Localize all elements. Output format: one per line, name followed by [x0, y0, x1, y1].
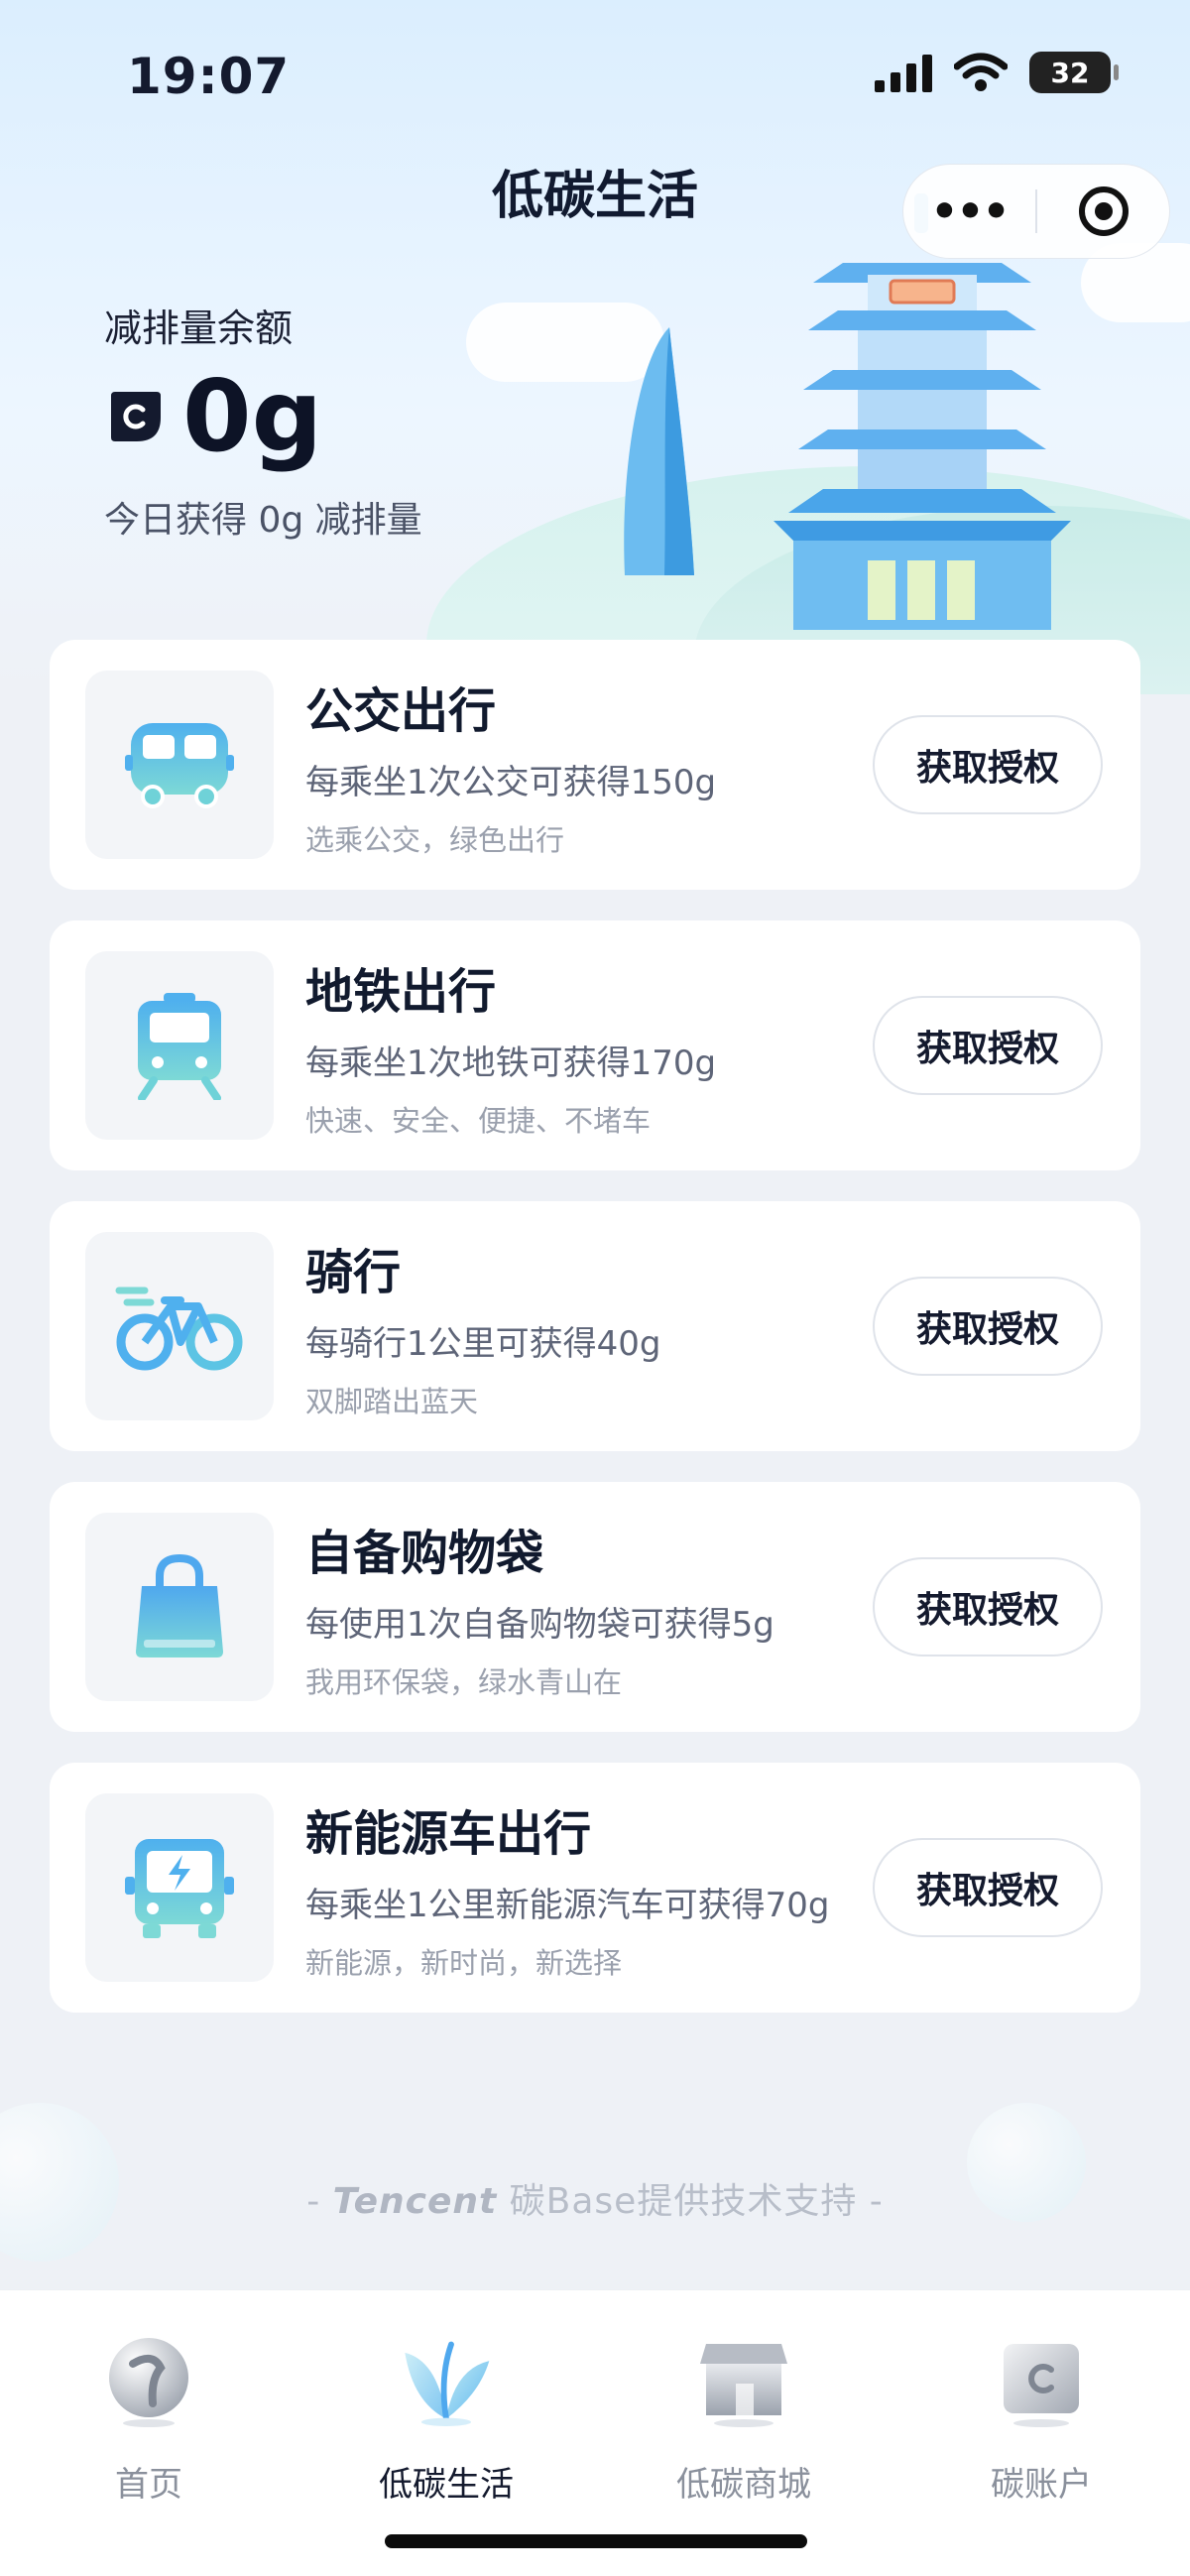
battery-icon: 32	[1029, 52, 1119, 93]
tencent-logo: Tencent	[332, 2181, 498, 2222]
wallet-icon	[992, 2332, 1091, 2431]
target-icon	[1078, 186, 1129, 236]
credit-prefix: -	[306, 2181, 333, 2222]
activity-desc: 每乘坐1公里新能源汽车可获得70g	[305, 1885, 830, 1925]
activity-icon-box	[85, 1793, 274, 1982]
credit-text: 碳Base提供技术支持 -	[497, 2181, 884, 2222]
subway-icon	[138, 993, 221, 1100]
activity-card-new-energy[interactable]: 新能源车出行 每乘坐1公里新能源汽车可获得70g 新能源，新时尚，新选择 获取授…	[50, 1763, 1140, 2013]
tab-label: 碳账户	[991, 2465, 1092, 2505]
tech-support-credit: - Tencent 碳Base提供技术支持 -	[0, 2172, 1190, 2224]
authorize-button[interactable]: 获取授权	[873, 1557, 1103, 1656]
activity-title: 骑行	[305, 1244, 402, 1300]
activity-title: 地铁出行	[305, 963, 497, 1020]
status-time: 19:07	[127, 48, 291, 105]
store-icon	[694, 2332, 793, 2431]
activity-text: 自备购物袋 每使用1次自备购物袋可获得5g 我用环保袋，绿水青山在	[305, 1514, 873, 1701]
activity-desc: 每乘坐1次公交可获得150g	[305, 762, 717, 802]
activity-sub: 选乘公交，绿色出行	[305, 822, 565, 857]
activity-sub: 我用环保袋，绿水青山在	[305, 1664, 623, 1699]
carbon-coin-icon	[111, 392, 161, 441]
activity-icon-box	[85, 671, 274, 859]
bottom-tab-bar: 首页 低碳生活 低碳商城 碳账户	[0, 2289, 1190, 2576]
bus-icon	[125, 723, 234, 808]
tab-label: 低碳生活	[379, 2465, 514, 2505]
activity-title: 新能源车出行	[305, 1805, 592, 1862]
activity-desc: 每使用1次自备购物袋可获得5g	[305, 1604, 774, 1645]
activity-desc: 每骑行1公里可获得40g	[305, 1323, 661, 1364]
tab-carbon-account[interactable]: 碳账户	[892, 2290, 1190, 2576]
shopping-bag-icon	[136, 1553, 223, 1657]
more-options-button[interactable]: •••	[903, 186, 1035, 237]
activity-text: 新能源车出行 每乘坐1公里新能源汽车可获得70g 新能源，新时尚，新选择	[305, 1794, 873, 1982]
activity-text: 骑行 每骑行1公里可获得40g 双脚踏出蓝天	[305, 1233, 873, 1420]
miniprogram-capsule: •••	[902, 164, 1170, 259]
activity-title: 自备购物袋	[305, 1525, 544, 1581]
today-earned-text: 今日获得 0g 减排量	[104, 500, 422, 541]
authorize-button[interactable]: 获取授权	[873, 715, 1103, 814]
bicycle-icon	[115, 1287, 243, 1371]
balance-row: 0g	[107, 367, 322, 466]
status-icons: 32	[875, 52, 1119, 93]
balance-label: 减排量余额	[104, 307, 294, 350]
close-miniprogram-button[interactable]	[1037, 184, 1169, 239]
home-indicator	[385, 2534, 807, 2548]
wifi-icon	[954, 53, 1008, 91]
activity-card-shopping-bag[interactable]: 自备购物袋 每使用1次自备购物袋可获得5g 我用环保袋，绿水青山在 获取授权	[50, 1482, 1140, 1732]
activity-sub: 新能源，新时尚，新选择	[305, 1945, 623, 1980]
tab-label: 低碳商城	[676, 2465, 811, 2505]
activity-sub: 双脚踏出蓝天	[305, 1384, 479, 1418]
activity-sub: 快速、安全、便捷、不堵车	[305, 1103, 652, 1138]
signal-icon	[875, 55, 932, 92]
tab-home[interactable]: 首页	[0, 2290, 298, 2576]
activity-text: 公交出行 每乘坐1次公交可获得150g 选乘公交，绿色出行	[305, 672, 873, 859]
activity-title: 公交出行	[305, 682, 497, 739]
activity-icon-box	[85, 1513, 274, 1701]
activity-card-cycling[interactable]: 骑行 每骑行1公里可获得40g 双脚踏出蓝天 获取授权	[50, 1201, 1140, 1451]
balance-value: 0g	[182, 358, 323, 474]
electric-car-icon	[125, 1839, 234, 1938]
activity-desc: 每乘坐1次地铁可获得170g	[305, 1043, 717, 1083]
tab-label: 首页	[115, 2465, 182, 2505]
activity-icon-box	[85, 1232, 274, 1420]
leaf-icon	[397, 2332, 496, 2431]
activity-card-subway[interactable]: 地铁出行 每乘坐1次地铁可获得170g 快速、安全、便捷、不堵车 获取授权	[50, 920, 1140, 1170]
skyscraper-illustration	[624, 327, 694, 575]
tower-illustration	[774, 193, 1071, 630]
activity-text: 地铁出行 每乘坐1次地铁可获得170g 快速、安全、便捷、不堵车	[305, 952, 873, 1140]
authorize-button[interactable]: 获取授权	[873, 996, 1103, 1095]
activity-card-bus[interactable]: 公交出行 每乘坐1次公交可获得150g 选乘公交，绿色出行 获取授权	[50, 640, 1140, 890]
home-globe-icon	[99, 2332, 198, 2431]
activity-icon-box	[85, 951, 274, 1140]
tab-low-carbon-life[interactable]: 低碳生活	[298, 2290, 595, 2576]
authorize-button[interactable]: 获取授权	[873, 1277, 1103, 1376]
tab-low-carbon-store[interactable]: 低碳商城	[595, 2290, 892, 2576]
authorize-button[interactable]: 获取授权	[873, 1838, 1103, 1937]
